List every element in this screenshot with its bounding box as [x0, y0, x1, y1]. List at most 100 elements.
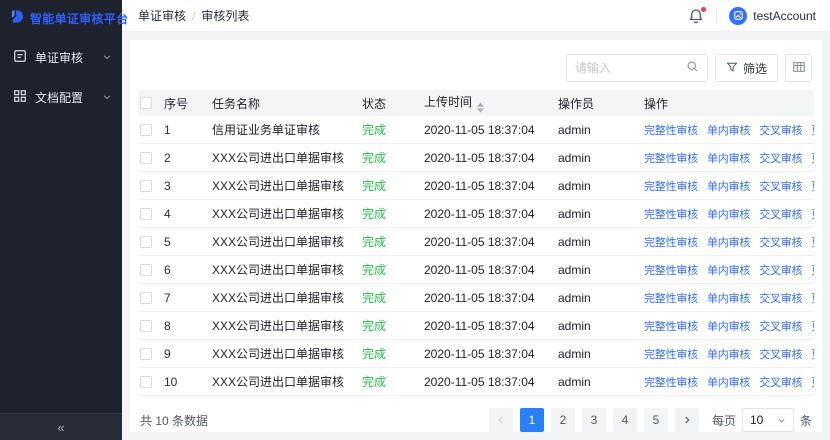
action-link[interactable]: 完整性审核 — [644, 122, 698, 138]
action-link[interactable]: 交叉审核 — [759, 374, 802, 390]
action-link[interactable]: 交叉审核 — [759, 290, 802, 306]
action-link[interactable]: 更多 — [811, 122, 814, 138]
operator-cell: admin — [554, 375, 640, 389]
sidebar: 智能单证审核平台 单证审核 文档配置 « — [0, 0, 122, 440]
column-header-label: 操作员 — [558, 97, 594, 111]
action-link[interactable]: 更多 — [811, 374, 814, 390]
action-link[interactable]: 完整性审核 — [644, 178, 698, 194]
search-icon[interactable] — [686, 60, 699, 76]
page-button[interactable]: 1 — [520, 408, 544, 432]
row-checkbox[interactable] — [140, 180, 152, 192]
upload-time-cell: 2020-11-05 18:37:04 — [420, 123, 554, 137]
prev-page-button[interactable] — [489, 408, 513, 432]
action-link[interactable]: 完整性审核 — [644, 234, 698, 250]
task-name-cell: XXX公司进出口单据审核 — [208, 373, 358, 390]
row-checkbox[interactable] — [140, 320, 152, 332]
row-index-cell: 8 — [160, 319, 208, 333]
action-link[interactable]: 完整性审核 — [644, 206, 698, 222]
action-link[interactable]: 交叉审核 — [759, 318, 802, 334]
page-button[interactable]: 4 — [613, 408, 637, 432]
sort-icon[interactable] — [477, 102, 484, 113]
action-link[interactable]: 单内审核 — [707, 150, 750, 166]
select-all-checkbox[interactable] — [140, 97, 152, 109]
notification-bell-icon[interactable] — [688, 8, 704, 24]
action-link[interactable]: 更多 — [811, 346, 814, 362]
username-label[interactable]: testAccount — [753, 9, 816, 23]
action-link[interactable]: 单内审核 — [707, 262, 750, 278]
task-name-cell: XXX公司进出口单据审核 — [208, 205, 358, 222]
filter-button[interactable]: 筛选 — [715, 54, 778, 82]
page-size-select[interactable]: 10 — [742, 408, 794, 432]
actions-cell: 完整性审核单内审核交叉审核更多 — [640, 318, 814, 334]
table-toolbar: 筛选 — [138, 54, 812, 82]
action-link[interactable]: 更多 — [811, 290, 814, 306]
page-button[interactable]: 5 — [644, 408, 668, 432]
action-link[interactable]: 交叉审核 — [759, 178, 802, 194]
action-link[interactable]: 完整性审核 — [644, 374, 698, 390]
column-header-label: 任务名称 — [212, 97, 260, 111]
action-link[interactable]: 交叉审核 — [759, 262, 802, 278]
row-checkbox[interactable] — [140, 348, 152, 360]
action-link[interactable]: 更多 — [811, 150, 814, 166]
column-header: 序号 — [160, 95, 208, 112]
breadcrumb-item[interactable]: 单证审核 — [138, 7, 186, 24]
action-link[interactable]: 更多 — [811, 234, 814, 250]
action-link[interactable]: 交叉审核 — [759, 346, 802, 362]
sidebar-collapse-toggle[interactable]: « — [0, 413, 122, 440]
action-link[interactable]: 单内审核 — [707, 234, 750, 250]
action-link[interactable]: 单内审核 — [707, 374, 750, 390]
action-link[interactable]: 完整性审核 — [644, 150, 698, 166]
document-check-icon — [13, 49, 27, 66]
action-link[interactable]: 更多 — [811, 178, 814, 194]
actions-cell: 完整性审核单内审核交叉审核更多 — [640, 234, 814, 250]
page-button[interactable]: 3 — [582, 408, 606, 432]
row-checkbox[interactable] — [140, 208, 152, 220]
row-index-cell: 4 — [160, 207, 208, 221]
action-link[interactable]: 完整性审核 — [644, 262, 698, 278]
user-avatar[interactable] — [729, 7, 747, 25]
action-link[interactable]: 完整性审核 — [644, 346, 698, 362]
action-link[interactable]: 完整性审核 — [644, 290, 698, 306]
action-link[interactable]: 交叉审核 — [759, 150, 802, 166]
row-checkbox[interactable] — [140, 152, 152, 164]
column-header-label: 序号 — [164, 97, 188, 111]
column-settings-button[interactable] — [785, 54, 812, 82]
action-link[interactable]: 单内审核 — [707, 318, 750, 334]
action-link[interactable]: 单内审核 — [707, 122, 750, 138]
upload-time-cell: 2020-11-05 18:37:04 — [420, 235, 554, 249]
sidebar-item-document-config[interactable]: 文档配置 — [0, 77, 122, 117]
upload-time-cell: 2020-11-05 18:37:04 — [420, 319, 554, 333]
sidebar-item-document-review[interactable]: 单证审核 — [0, 37, 122, 77]
row-index-cell: 7 — [160, 291, 208, 305]
action-link[interactable]: 更多 — [811, 318, 814, 334]
action-link[interactable]: 交叉审核 — [759, 234, 802, 250]
status-cell: 完成 — [358, 121, 420, 138]
action-link[interactable]: 交叉审核 — [759, 206, 802, 222]
row-checkbox[interactable] — [140, 124, 152, 136]
row-checkbox[interactable] — [140, 292, 152, 304]
next-page-button[interactable] — [675, 408, 699, 432]
column-header[interactable]: 上传时间 — [420, 93, 554, 113]
action-link[interactable]: 单内审核 — [707, 206, 750, 222]
row-checkbox[interactable] — [140, 376, 152, 388]
action-link[interactable]: 单内审核 — [707, 178, 750, 194]
action-link[interactable]: 更多 — [811, 262, 814, 278]
task-name-cell: XXX公司进出口单据审核 — [208, 261, 358, 278]
column-header-label: 操作 — [644, 95, 668, 112]
chevron-down-icon — [102, 92, 112, 102]
action-link[interactable]: 更多 — [811, 206, 814, 222]
search-input[interactable] — [575, 61, 686, 75]
task-name-cell: XXX公司进出口单据审核 — [208, 149, 358, 166]
page-button[interactable]: 2 — [551, 408, 575, 432]
filter-button-label: 筛选 — [743, 60, 767, 77]
action-link[interactable]: 交叉审核 — [759, 122, 802, 138]
table-row: 10XXX公司进出口单据审核完成2020-11-05 18:37:04admin… — [138, 368, 814, 396]
action-link[interactable]: 单内审核 — [707, 290, 750, 306]
actions-cell: 完整性审核单内审核交叉审核更多 — [640, 262, 814, 278]
action-link[interactable]: 完整性审核 — [644, 318, 698, 334]
row-checkbox[interactable] — [140, 236, 152, 248]
sidebar-item-label: 文档配置 — [35, 89, 83, 106]
row-checkbox[interactable] — [140, 264, 152, 276]
action-link[interactable]: 单内审核 — [707, 346, 750, 362]
status-cell: 完成 — [358, 345, 420, 362]
